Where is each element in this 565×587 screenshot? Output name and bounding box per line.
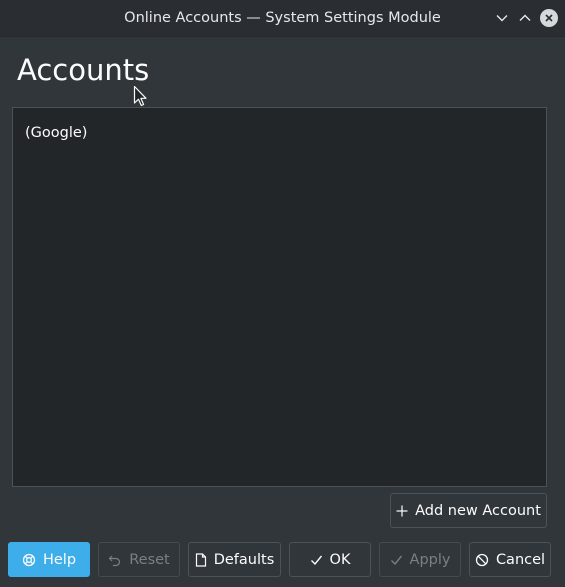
account-item-google[interactable]: (Google) bbox=[25, 125, 87, 141]
defaults-button[interactable]: Defaults bbox=[188, 542, 281, 577]
reset-button[interactable]: Reset bbox=[98, 542, 180, 577]
defaults-label: Defaults bbox=[213, 551, 275, 568]
close-icon bbox=[540, 9, 558, 27]
help-button[interactable]: Help bbox=[8, 542, 90, 577]
apply-label: Apply bbox=[409, 551, 451, 568]
accounts-list[interactable]: (Google) bbox=[12, 107, 547, 487]
apply-button[interactable]: Apply bbox=[379, 542, 461, 577]
chevron-up-icon bbox=[519, 14, 531, 21]
undo-icon bbox=[108, 555, 121, 566]
window-title: Online Accounts — System Settings Module bbox=[124, 10, 441, 26]
plus-icon bbox=[396, 505, 408, 516]
add-account-button[interactable]: Add new Account bbox=[390, 493, 547, 528]
help-label: Help bbox=[42, 551, 77, 568]
check-icon bbox=[390, 555, 402, 565]
maximize-button[interactable] bbox=[514, 7, 536, 29]
close-button[interactable] bbox=[538, 7, 560, 29]
settings-window: Online Accounts — System Settings Module… bbox=[0, 0, 565, 587]
mouse-cursor-icon bbox=[133, 85, 147, 107]
title-bar[interactable]: Online Accounts — System Settings Module bbox=[0, 0, 565, 37]
add-account-label: Add new Account bbox=[415, 502, 541, 519]
cancel-label: Cancel bbox=[495, 551, 546, 568]
page-title: Accounts bbox=[17, 53, 150, 87]
minimize-button[interactable] bbox=[491, 7, 513, 29]
ok-button[interactable]: OK bbox=[289, 542, 371, 577]
reset-label: Reset bbox=[129, 551, 170, 568]
help-icon bbox=[22, 553, 36, 566]
ok-label: OK bbox=[329, 551, 351, 568]
check-icon bbox=[310, 555, 322, 565]
document-icon bbox=[195, 552, 206, 567]
cancel-button[interactable]: Cancel bbox=[469, 542, 551, 577]
cancel-icon bbox=[475, 553, 489, 566]
chevron-down-icon bbox=[496, 15, 508, 22]
